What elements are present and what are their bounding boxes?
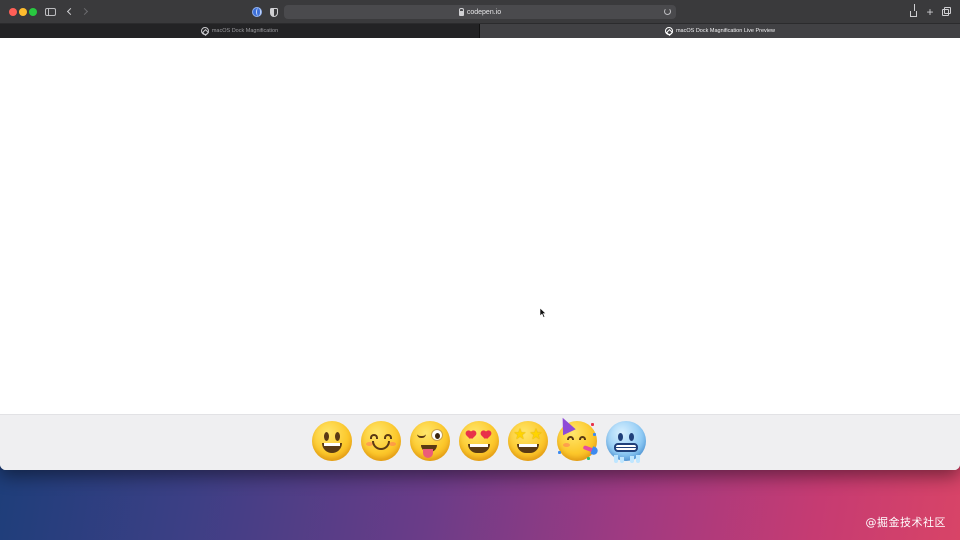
privacy-shield-icon[interactable] xyxy=(269,5,279,19)
emoji-dock: ★ ★ xyxy=(0,414,960,470)
dock-item-star-struck-face[interactable]: ★ ★ xyxy=(508,421,548,461)
dock-items: ★ ★ xyxy=(312,414,646,463)
desktop-wallpaper xyxy=(0,460,960,540)
share-icon[interactable] xyxy=(909,4,918,19)
watermark-text: @掘金技术社区 xyxy=(865,516,946,529)
close-window-button[interactable] xyxy=(9,8,17,16)
tab-label: macOS Dock Magnification xyxy=(211,28,279,34)
codepen-favicon-icon xyxy=(200,27,209,35)
back-chevron-icon[interactable] xyxy=(66,7,75,16)
reload-icon[interactable] xyxy=(664,8,671,15)
codepen-favicon-icon xyxy=(664,27,673,35)
tab-label: macOS Dock Magnification Live Preview xyxy=(675,28,776,34)
address-text: codepen.io xyxy=(466,8,502,16)
sidebar-toggle-icon[interactable] xyxy=(44,5,56,19)
lock-icon xyxy=(458,7,465,16)
globe-icon[interactable] xyxy=(251,5,263,19)
page-content xyxy=(0,38,960,414)
mouse-cursor-icon xyxy=(540,308,547,318)
tab-dock-magnification[interactable]: macOS Dock Magnification xyxy=(0,24,480,38)
dock-item-winking-tongue-face[interactable] xyxy=(410,421,450,461)
dock-item-heart-eyes-face[interactable] xyxy=(459,421,499,461)
new-tab-plus-icon[interactable]: + xyxy=(925,5,935,19)
forward-chevron-icon[interactable] xyxy=(80,7,89,16)
address-bar[interactable]: codepen.io xyxy=(284,5,676,19)
dock-item-smiling-face[interactable] xyxy=(361,421,401,461)
browser-window: codepen.io + macOS Dock Magnification ma… xyxy=(0,0,960,470)
tab-live-preview[interactable]: macOS Dock Magnification Live Preview xyxy=(480,24,960,38)
tab-bar: macOS Dock Magnification macOS Dock Magn… xyxy=(0,24,960,38)
browser-toolbar: codepen.io + xyxy=(0,0,960,24)
zoom-window-button[interactable] xyxy=(29,8,37,16)
dock-item-partying-face[interactable] xyxy=(556,414,597,461)
minimize-window-button[interactable] xyxy=(19,8,27,16)
dock-item-grinning-face[interactable] xyxy=(312,421,352,461)
dock-item-cold-face[interactable] xyxy=(606,421,646,463)
tab-overview-icon[interactable] xyxy=(942,5,952,19)
